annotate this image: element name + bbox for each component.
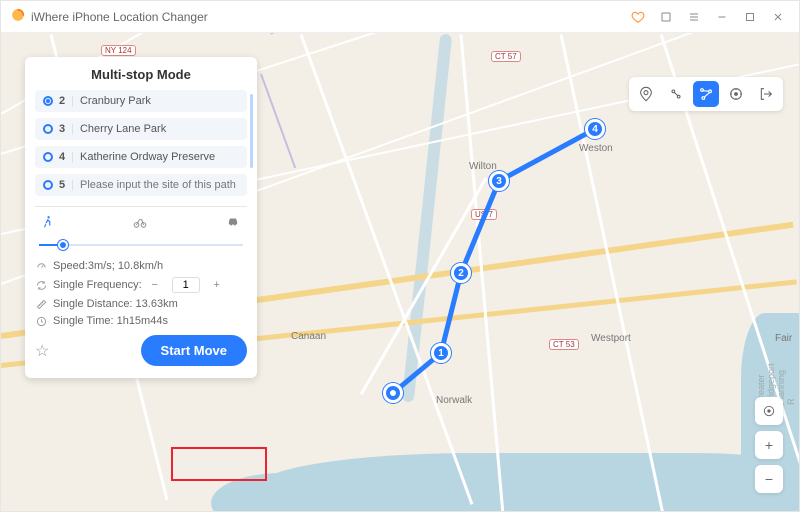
radio-icon: [43, 152, 53, 162]
walk-mode-icon[interactable]: [41, 215, 55, 234]
stop-label: Cranbury Park: [80, 95, 151, 107]
car-mode-icon[interactable]: [225, 215, 241, 234]
route-origin-marker[interactable]: [383, 383, 403, 403]
multi-stop-panel: Multi-stop Mode 2 |Cranbury Park 3 |Cher…: [25, 57, 257, 378]
route-shield: US 7: [471, 209, 497, 220]
radio-icon: [43, 124, 53, 134]
map-place-label: Wilton: [469, 161, 497, 172]
map-place-label: Fair: [775, 333, 792, 344]
stop-number: 3: [59, 123, 65, 135]
route-shield: NY 124: [101, 45, 136, 56]
map-place-label: Norwalk: [436, 395, 472, 406]
app-logo-icon: [11, 8, 25, 25]
stop-number: 4: [59, 151, 65, 163]
speed-info: Speed:3m/s; 10.8km/h: [35, 260, 247, 272]
zoom-out-button[interactable]: −: [755, 465, 783, 493]
radio-icon: [43, 96, 53, 106]
freq-minus-button[interactable]: −: [148, 279, 162, 291]
heart-icon[interactable]: [627, 6, 649, 28]
recenter-button[interactable]: [755, 397, 783, 425]
radio-icon: [43, 180, 53, 190]
panel-title: Multi-stop Mode: [35, 67, 247, 82]
titlebar: iWhere iPhone Location Changer: [1, 1, 799, 33]
speed-slider[interactable]: [39, 240, 243, 250]
distance-info: Single Distance: 13.63km: [35, 298, 247, 310]
speed-mode-row: [35, 215, 247, 234]
route-waypoint-marker[interactable]: 4: [585, 119, 605, 139]
route-waypoint-marker[interactable]: 2: [451, 263, 471, 283]
ruler-icon: [35, 299, 47, 310]
mode-multi-stop[interactable]: [693, 81, 719, 107]
repeat-icon: [35, 280, 47, 291]
stop-row[interactable]: 5 |: [35, 174, 247, 196]
stop-number: 5: [59, 179, 65, 191]
clock-icon: [35, 316, 47, 327]
map-place-label: Westport: [591, 333, 631, 344]
time-info: Single Time: 1h15m44s: [35, 315, 247, 327]
zoom-controls: + −: [755, 397, 783, 493]
gauge-icon: [35, 261, 47, 272]
menu-icon[interactable]: [683, 6, 705, 28]
app-title: iWhere iPhone Location Changer: [31, 10, 208, 24]
window-icon[interactable]: [655, 6, 677, 28]
route-waypoint-marker[interactable]: 1: [431, 343, 451, 363]
start-move-button[interactable]: Start Move: [141, 335, 247, 366]
stop-input[interactable]: [80, 179, 239, 191]
route-shield: CT 57: [491, 51, 521, 62]
bike-mode-icon[interactable]: [132, 215, 148, 234]
route-waypoint-marker[interactable]: 3: [489, 171, 509, 191]
favorite-star-icon[interactable]: ☆: [35, 341, 49, 361]
map-mode-toolbar: [629, 77, 783, 111]
mode-joystick[interactable]: [723, 81, 749, 107]
mode-modify-location[interactable]: [633, 81, 659, 107]
highlight-box: [171, 447, 267, 481]
stop-number: 2: [59, 95, 65, 107]
stops-list: 2 |Cranbury Park 3 |Cherry Lane Park 4 |…: [35, 90, 247, 196]
freq-plus-button[interactable]: +: [210, 279, 224, 291]
maximize-button[interactable]: [739, 6, 761, 28]
stop-label: Cherry Lane Park: [80, 123, 166, 135]
stop-row[interactable]: 3 |Cherry Lane Park: [35, 118, 247, 140]
exit-icon[interactable]: [753, 81, 779, 107]
divider: [35, 206, 247, 207]
map-place-label: Weston: [579, 143, 613, 154]
map-place-label: Canaan: [291, 331, 326, 342]
frequency-row: Single Frequency: − +: [35, 277, 247, 293]
route-shield: CT 53: [549, 339, 579, 350]
close-button[interactable]: [767, 6, 789, 28]
zoom-in-button[interactable]: +: [755, 431, 783, 459]
stop-label: Katherine Ordway Preserve: [80, 151, 215, 163]
stop-row[interactable]: 4 |Katherine Ordway Preserve: [35, 146, 247, 168]
frequency-input[interactable]: [172, 277, 200, 293]
stop-row[interactable]: 2 |Cranbury Park: [35, 90, 247, 112]
minimize-button[interactable]: [711, 6, 733, 28]
mode-one-stop[interactable]: [663, 81, 689, 107]
